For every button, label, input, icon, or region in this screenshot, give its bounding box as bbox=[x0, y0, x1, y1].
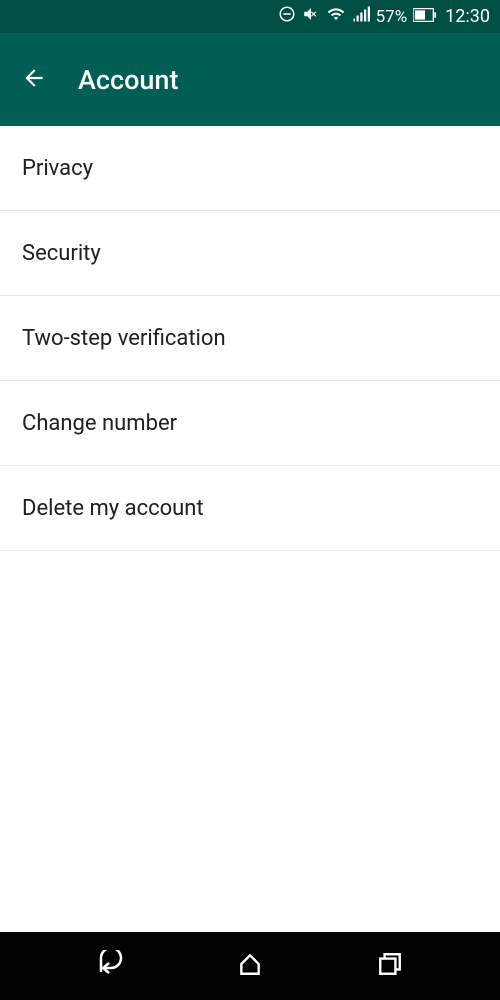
clock-time: 12:30 bbox=[445, 6, 490, 27]
battery-icon bbox=[413, 7, 437, 27]
app-bar: Account bbox=[0, 33, 500, 126]
wifi-icon bbox=[326, 5, 346, 28]
list-item-change-number[interactable]: Change number bbox=[0, 381, 500, 466]
nav-back-icon bbox=[95, 950, 125, 982]
list-item-label: Privacy bbox=[22, 156, 93, 181]
list-item-delete-my-account[interactable]: Delete my account bbox=[0, 466, 500, 551]
list-item-label: Two-step verification bbox=[22, 326, 226, 351]
list-item-two-step-verification[interactable]: Two-step verification bbox=[0, 296, 500, 381]
battery-percent: 57% bbox=[376, 7, 408, 27]
list-item-label: Security bbox=[22, 241, 101, 266]
settings-list: Privacy Security Two-step verification C… bbox=[0, 126, 500, 932]
nav-home-button[interactable] bbox=[232, 948, 268, 984]
list-item-label: Delete my account bbox=[22, 496, 204, 521]
navigation-bar bbox=[0, 932, 500, 1000]
list-item-security[interactable]: Security bbox=[0, 211, 500, 296]
nav-recent-button[interactable] bbox=[372, 948, 408, 984]
nav-back-button[interactable] bbox=[92, 948, 128, 984]
signal-icon bbox=[352, 5, 370, 28]
list-item-privacy[interactable]: Privacy bbox=[0, 126, 500, 211]
back-arrow-icon bbox=[21, 65, 47, 95]
volume-mute-icon bbox=[302, 5, 320, 28]
page-title: Account bbox=[78, 64, 178, 96]
list-item-label: Change number bbox=[22, 411, 177, 436]
status-bar: 57% 12:30 bbox=[0, 0, 500, 33]
nav-home-icon bbox=[237, 951, 263, 981]
dnd-icon bbox=[278, 5, 296, 28]
back-button[interactable] bbox=[20, 66, 48, 94]
nav-recent-icon bbox=[377, 951, 403, 981]
